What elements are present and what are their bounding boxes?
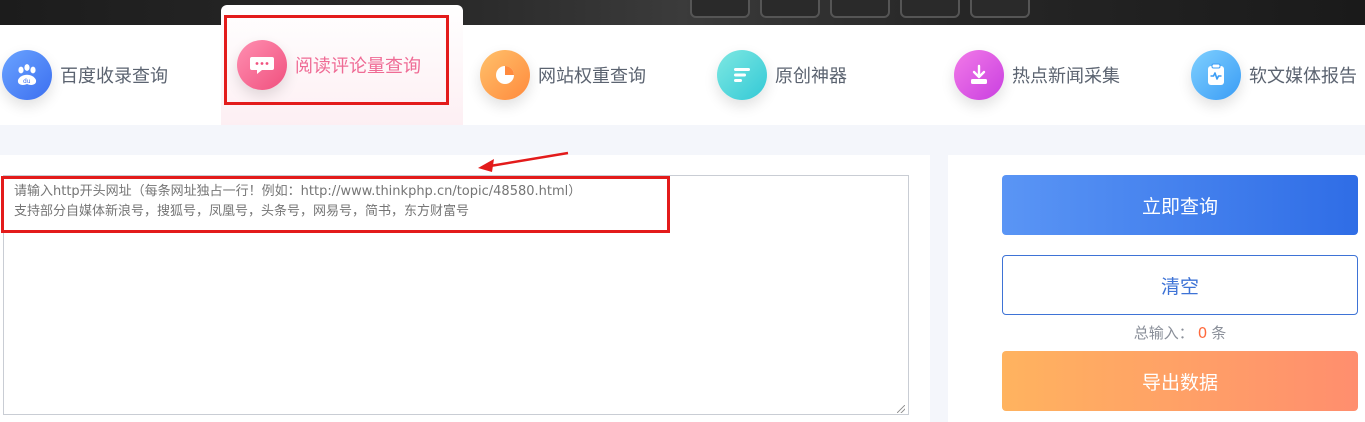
tab-label: 原创神器 xyxy=(775,66,847,87)
svg-text:du: du xyxy=(23,78,31,85)
url-input-textarea[interactable] xyxy=(3,175,909,415)
text-lines-icon xyxy=(717,50,767,100)
top-banner-strip xyxy=(0,0,1365,25)
total-suffix: 条 xyxy=(1211,324,1227,342)
tab-label: 软文媒体报告 xyxy=(1249,66,1357,87)
tab-site-weight[interactable]: 网站权重查询 xyxy=(480,25,646,125)
tab-original-tool[interactable]: 原创神器 xyxy=(717,25,847,125)
tab-baidu-index[interactable]: du 百度收录查询 xyxy=(2,25,168,125)
url-input-panel xyxy=(0,155,930,422)
tab-media-report[interactable]: 软文媒体报告 xyxy=(1191,25,1357,125)
keyboard-key-decoration xyxy=(900,0,960,18)
clipboard-pulse-icon xyxy=(1191,50,1241,100)
tab-label: 百度收录查询 xyxy=(60,66,168,87)
keyboard-key-decoration xyxy=(970,0,1030,18)
tab-label: 阅读评论量查询 xyxy=(295,56,421,77)
tab-label: 热点新闻采集 xyxy=(1012,66,1120,87)
keyboard-key-decoration xyxy=(830,0,890,18)
tool-tabs: du 百度收录查询 阅读评论量查询 网站权重查询 原创神器 热点新闻采集 软文媒… xyxy=(0,5,1365,125)
tab-label: 网站权重查询 xyxy=(538,66,646,87)
resize-handle[interactable] xyxy=(897,405,905,413)
tab-read-comment-count[interactable]: 阅读评论量查询 xyxy=(221,5,463,125)
clear-button[interactable]: 清空 xyxy=(1002,255,1358,315)
download-tray-icon xyxy=(954,50,1004,100)
query-button[interactable]: 立即查询 xyxy=(1002,175,1358,235)
total-prefix: 总输入： xyxy=(1133,324,1194,342)
total-input-count: 总输入： 0 条 xyxy=(1002,322,1358,343)
export-button[interactable]: 导出数据 xyxy=(1002,351,1358,411)
baidu-paw-icon: du xyxy=(2,50,52,100)
action-panel: 立即查询 清空 总输入： 0 条 导出数据 xyxy=(948,155,1365,422)
total-count-value: 0 xyxy=(1197,324,1208,342)
pie-chart-icon xyxy=(480,50,530,100)
tab-hot-news-collect[interactable]: 热点新闻采集 xyxy=(954,25,1120,125)
annotation-arrow-icon xyxy=(478,151,569,172)
comment-eye-icon xyxy=(237,40,287,90)
keyboard-key-decoration xyxy=(690,0,750,18)
keyboard-key-decoration xyxy=(760,0,820,18)
